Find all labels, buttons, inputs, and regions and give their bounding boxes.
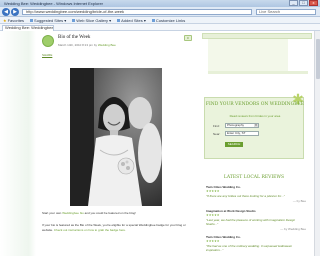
review-author: — by Bee [292, 199, 306, 203]
caption-line-1: Start your own Weddingbee bio and you co… [42, 211, 192, 215]
review-item: Twin Cities Wedding Co. ★★★★★ "If there … [206, 185, 306, 203]
review-stars: ★★★★★ [206, 213, 220, 217]
window-titlebar: Wedding Bee: Weddingbee - Windows Intern… [0, 0, 320, 7]
review-text: "We had as one of the ordinary wedding. … [206, 244, 293, 252]
bride-photo-image [70, 68, 162, 206]
post-meta: March 14th, 2010 8:13 pm by Wedding Bee [58, 43, 116, 47]
badge-instructions-link[interactable]: Check out instructions on how to grab th… [54, 228, 126, 232]
favorites-link-label: Added Sites ▾ [121, 17, 146, 23]
tab-bar: Wedding Bee: Weddingbee [0, 24, 320, 31]
find-label: Find: [213, 124, 220, 128]
find-select-value: Photography [227, 123, 245, 127]
page-scrollbar[interactable] [314, 31, 320, 256]
page-icon [117, 18, 121, 22]
post-content: Bio of the Week March 14th, 2010 8:13 pm… [36, 31, 196, 256]
sidebar-top-strip [202, 33, 312, 39]
review-stars: ★★★★★ [206, 189, 220, 193]
scrollbar-thumb[interactable] [316, 39, 320, 79]
favorites-label: Favorites [7, 17, 25, 23]
bride-photo [70, 68, 162, 206]
post-author-link[interactable]: Wedding Bee [98, 43, 116, 47]
minimize-button[interactable]: _ [289, 0, 298, 6]
date-badge-icon [42, 35, 54, 47]
vendor-search-title: FIND YOUR VENDORS ON WEDDINGBEE [205, 102, 305, 107]
page-icon [72, 18, 76, 22]
vendor-search-button[interactable]: SEARCH [225, 142, 243, 147]
post-meta-text: March 14th, 2010 8:13 pm by [58, 43, 98, 47]
vendor-search-subtitle: Read reviews from brides in your area [229, 114, 281, 118]
review-text: "If there are any brides out there looki… [206, 194, 285, 198]
window-controls: _ □ x [288, 0, 318, 6]
weddingbee-bio-link[interactable]: Weddingbee bio [62, 211, 84, 215]
find-select[interactable]: Photography ▾ [225, 123, 259, 128]
review-item: Twin Cities Wedding Co. ★★★★★ "We had as… [206, 235, 306, 252]
window-title: Wedding Bee: Weddingbee - Windows Intern… [4, 1, 104, 6]
page-icon [30, 18, 34, 22]
sidebar-top-panel [208, 33, 288, 73]
chevron-down-icon: ▾ [254, 123, 258, 127]
favorites-link-label: Web Slice Gallery ▾ [76, 17, 112, 23]
favorites-link-webslice[interactable]: Web Slice Gallery ▾ [72, 18, 111, 23]
share-link[interactable]: SHARE [42, 53, 52, 57]
favorites-button[interactable]: ★ Favorites [3, 18, 24, 23]
review-stars: ★★★★★ [206, 239, 220, 243]
caption-paragraph: If your bio is featured as the Bio of th… [42, 223, 192, 233]
back-button[interactable]: ◀ [2, 8, 10, 16]
sidebar: ✱ FIND YOUR VENDORS ON WEDDINGBEE Read r… [200, 31, 312, 256]
search-input[interactable]: Live Search [256, 9, 316, 15]
page-background-left [0, 31, 36, 256]
forward-button[interactable]: ▶ [11, 8, 19, 16]
comment-count[interactable]: 0 [187, 36, 189, 40]
sidebar-divider [208, 71, 308, 74]
review-item: Imagination at Work Design Studio ★★★★★ … [206, 209, 306, 231]
address-input[interactable]: http://www.weddingbee.com/wedding/bride-… [22, 9, 252, 15]
near-label: Near: [213, 132, 221, 136]
favorites-bar: ★ Favorites Suggested Sites ▾ Web Slice … [0, 17, 320, 24]
favorites-link-suggested[interactable]: Suggested Sites ▾ [30, 18, 66, 23]
caption-text: and you could be featured on the blog! [84, 211, 136, 215]
review-text: "Last year, we had the pleasure of worki… [206, 218, 296, 226]
caption-text: Start your own [42, 211, 62, 215]
vendor-search-box: ✱ FIND YOUR VENDORS ON WEDDINGBEE Read r… [204, 92, 305, 159]
reviews-title: LATEST LOCAL REVIEWS [223, 175, 285, 180]
favorites-link-label: Customize Links [155, 17, 186, 23]
page-icon [151, 18, 155, 22]
near-input[interactable]: Enter City, ST [225, 131, 259, 136]
review-author: — by Wedding Bee [280, 227, 306, 231]
post-title[interactable]: Bio of the Week [58, 35, 90, 40]
near-input-value: Enter City, ST [227, 131, 246, 135]
maximize-button[interactable]: □ [299, 0, 308, 6]
favorites-link-added[interactable]: Added Sites ▾ [117, 18, 146, 23]
favorites-link-label: Suggested Sites ▾ [34, 17, 67, 23]
web-page: Bio of the Week March 14th, 2010 8:13 pm… [0, 31, 320, 256]
star-favorites-icon: ★ [3, 17, 7, 23]
address-bar-row: ◀ ▶ http://www.weddingbee.com/wedding/br… [0, 7, 320, 17]
close-button[interactable]: x [309, 0, 318, 6]
favorites-link-customize[interactable]: Customize Links [151, 17, 186, 23]
